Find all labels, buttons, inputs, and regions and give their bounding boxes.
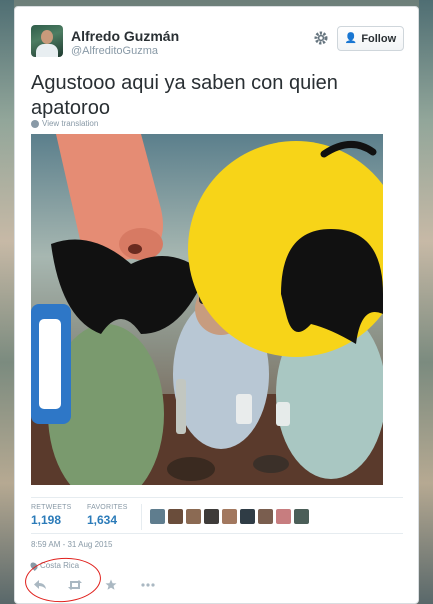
favorites-label: FAVORITES	[87, 504, 128, 511]
user-name[interactable]: Alfredo Guzmán	[71, 28, 179, 44]
favoriter-avatar[interactable]	[186, 509, 201, 524]
favoriter-avatar[interactable]	[258, 509, 273, 524]
favoriter-avatar[interactable]	[240, 509, 255, 524]
favoriter-avatar[interactable]	[168, 509, 183, 524]
stats-bottom-divider	[31, 533, 403, 534]
stats-separator	[141, 504, 142, 530]
favoriter-avatar[interactable]	[222, 509, 237, 524]
favoriter-avatar[interactable]	[294, 509, 309, 524]
favorites-count[interactable]: 1,634	[87, 513, 117, 527]
favoriter-avatar[interactable]	[204, 509, 219, 524]
add-user-icon: 👤	[344, 33, 358, 44]
user-avatar[interactable]	[31, 25, 63, 57]
tweet-timestamp[interactable]: 8:59 AM - 31 Aug 2015	[31, 540, 112, 549]
tweet-text: Agustooo aqui ya saben con quien apatoro…	[31, 72, 338, 119]
favoriter-avatar[interactable]	[150, 509, 165, 524]
follow-button-label: Follow	[361, 32, 397, 45]
photo-illustration	[31, 134, 383, 485]
tweet-card: Alfredo Guzmán @AlfreditoGuzma 👤 Follow …	[14, 6, 419, 604]
follow-button[interactable]: 👤 Follow	[337, 26, 404, 51]
stats-top-divider	[31, 497, 403, 498]
view-translation-label: View translation	[42, 119, 99, 128]
favoriter-avatar[interactable]	[276, 509, 291, 524]
background-left	[0, 0, 14, 604]
gear-icon[interactable]	[313, 30, 329, 46]
user-handle[interactable]: @AlfreditoGuzma	[71, 45, 158, 57]
retweets-label: RETWEETS	[31, 504, 72, 511]
avatar-shirt	[36, 44, 58, 57]
globe-icon	[31, 119, 39, 128]
favorite-icon[interactable]	[105, 579, 117, 591]
retweets-count[interactable]: 1,198	[31, 513, 61, 527]
view-translation-link[interactable]: View translation	[31, 119, 98, 128]
background-right	[419, 0, 433, 604]
tweet-photo[interactable]	[31, 134, 383, 485]
avatar-head	[41, 30, 53, 44]
more-icon[interactable]	[141, 579, 155, 591]
